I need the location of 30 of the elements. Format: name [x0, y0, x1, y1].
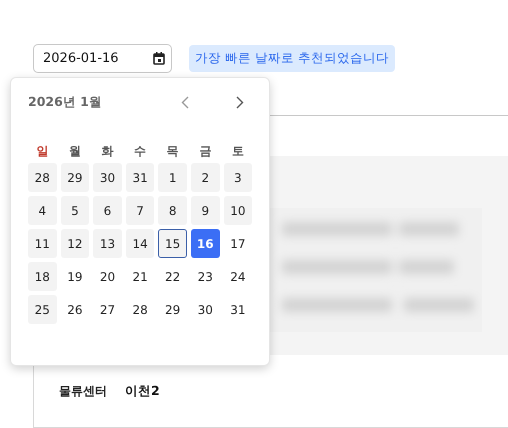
row-label: 물류센터	[59, 383, 107, 400]
day-cell[interactable]: 24	[224, 262, 252, 291]
day-cell[interactable]: 23	[190, 262, 220, 291]
day-cell[interactable]: 27	[93, 295, 122, 324]
next-month-icon[interactable]	[236, 96, 244, 108]
day-cell[interactable]: 26	[60, 295, 90, 324]
date-field[interactable]: 2026-01-16	[33, 44, 172, 73]
weekday-label: 토	[230, 143, 245, 160]
day-cell[interactable]: 20	[93, 262, 122, 291]
month-title: 2026년 1월	[28, 92, 102, 111]
day-cell[interactable]: 22	[158, 262, 187, 291]
weekday-label: 화	[100, 143, 114, 160]
day-cell[interactable]: 29	[158, 295, 187, 324]
notice-badge: 가장 빠른 날짜로 추천되었습니다	[189, 45, 395, 72]
weekday-label: 금	[198, 143, 212, 160]
weekday-label: 목	[166, 143, 180, 160]
previous-month-icon[interactable]	[181, 96, 189, 108]
date-value: 2026-01-16	[43, 50, 119, 68]
calendar-icon[interactable]	[153, 52, 165, 65]
day-cell[interactable]: 21	[126, 262, 154, 291]
day-cell[interactable]: 28	[126, 295, 154, 324]
day-cell[interactable]: 17	[224, 229, 252, 258]
day-cell[interactable]: 30	[190, 295, 220, 324]
weekday-label: 수	[133, 143, 148, 160]
day-cell[interactable]: 16	[190, 229, 220, 258]
day-cell[interactable]: 31	[224, 295, 252, 324]
day-cell[interactable]: 19	[60, 262, 90, 291]
weekday-label: 월	[68, 143, 82, 160]
row-value: 이천2	[125, 382, 160, 400]
weekday-label: 일	[35, 143, 50, 160]
